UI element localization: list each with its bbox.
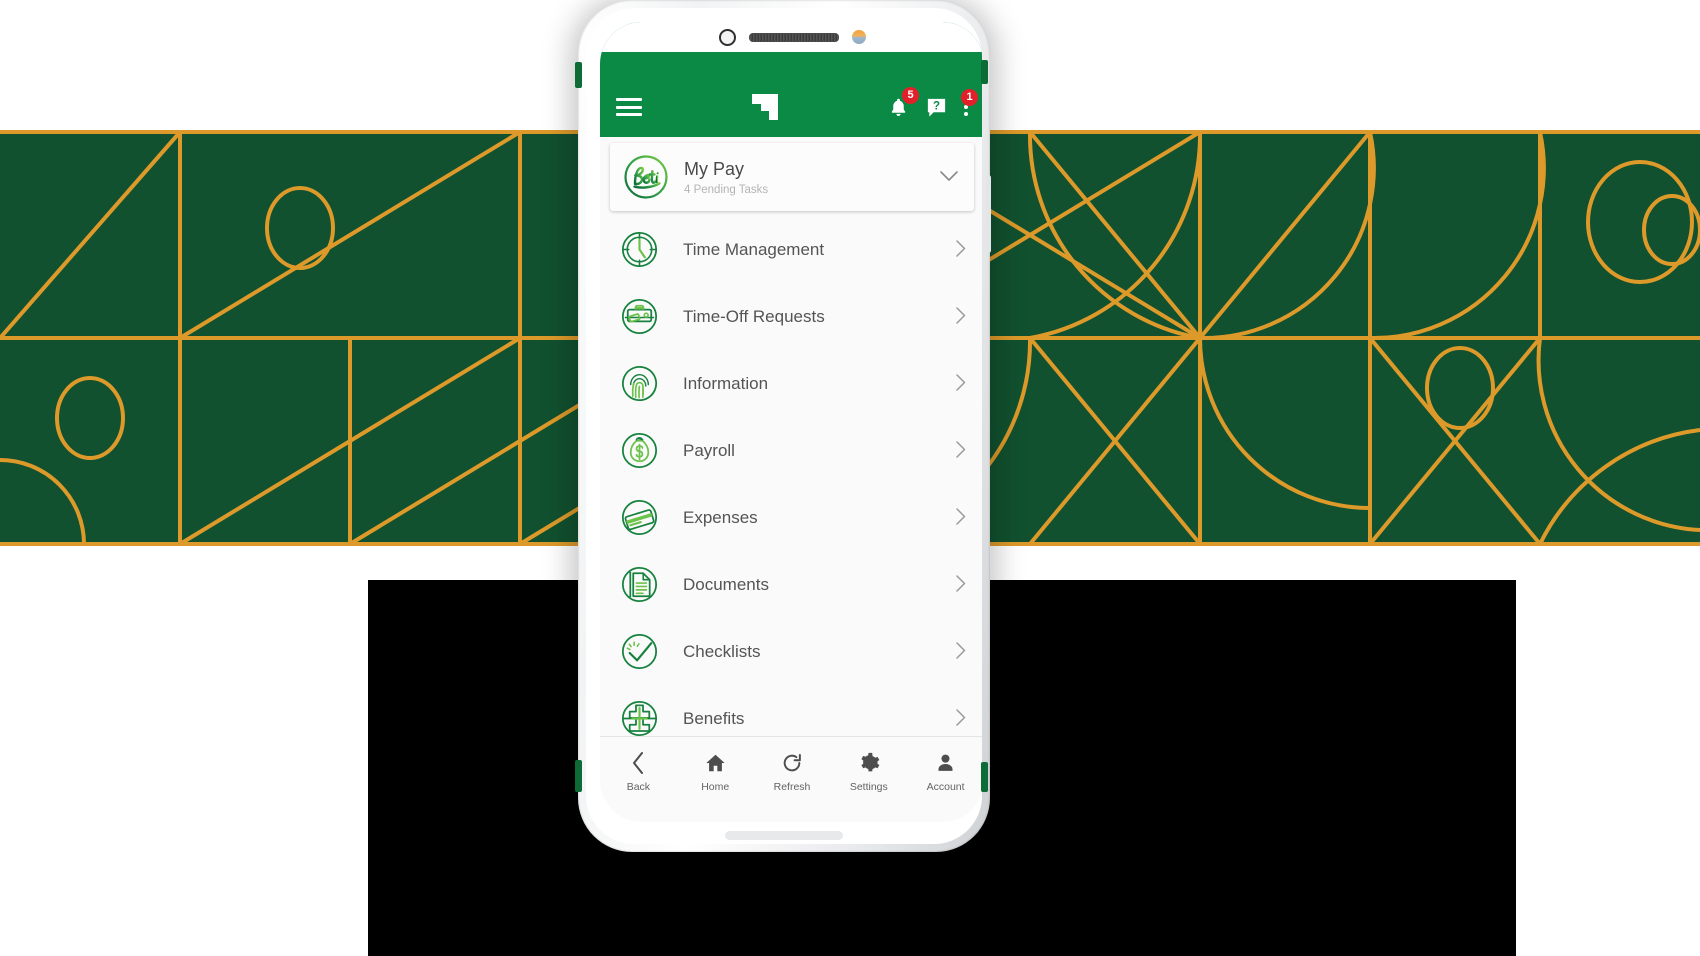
nav-item-settings[interactable]: Settings xyxy=(830,750,907,793)
checkmark-icon xyxy=(621,633,658,670)
chevron-right-icon xyxy=(956,574,966,595)
front-camera-lens-icon xyxy=(851,30,866,44)
phone-body: 5 ? 1 My Pay 4 Pending Tasks Time Manage… xyxy=(578,0,990,852)
notifications-button[interactable]: 5 xyxy=(888,86,919,119)
menu-item-expenses[interactable]: Expenses xyxy=(600,484,982,551)
svg-text:?: ? xyxy=(933,100,940,112)
chevron-right-icon xyxy=(956,239,966,260)
menu-item-label: Time Management xyxy=(683,239,825,259)
medical-cross-icon xyxy=(621,700,658,737)
menu-item-label: Expenses xyxy=(683,507,758,527)
person-icon xyxy=(935,750,956,775)
hamburger-menu-icon[interactable] xyxy=(616,98,642,116)
bottom-navigation: Back Home Refresh Settings Account xyxy=(600,736,982,822)
nav-item-label: Account xyxy=(926,781,965,793)
my-pay-card[interactable]: My Pay 4 Pending Tasks xyxy=(610,143,974,211)
clock-icon xyxy=(621,231,658,268)
menu-item-documents[interactable]: Documents xyxy=(600,551,982,618)
fingerprint-icon xyxy=(622,365,658,402)
nav-item-account[interactable]: Account xyxy=(907,750,982,793)
nav-item-back[interactable]: Back xyxy=(600,750,677,793)
notifications-badge: 5 xyxy=(902,86,919,104)
phone-bezel: 5 ? 1 My Pay 4 Pending Tasks Time Manage… xyxy=(586,8,982,844)
menu-item-label: Documents xyxy=(683,574,769,594)
help-question-icon: ? xyxy=(927,98,946,117)
phone-side-button-left-top xyxy=(575,62,582,88)
overflow-menu-button[interactable]: 1 xyxy=(961,89,978,116)
phone-volume-button xyxy=(986,175,991,253)
chevron-right-icon xyxy=(956,440,966,461)
nav-item-label: Settings xyxy=(849,781,888,793)
phone-notch xyxy=(600,22,982,52)
refresh-icon xyxy=(781,750,803,775)
document-icon xyxy=(621,566,658,603)
menu-item-information[interactable]: Information xyxy=(600,350,982,417)
chevron-right-icon xyxy=(956,306,966,327)
nav-item-label: Refresh xyxy=(773,781,811,793)
nav-item-refresh[interactable]: Refresh xyxy=(754,750,831,793)
phone-side-button-right-bottom xyxy=(981,762,988,792)
home-gesture-bar[interactable] xyxy=(725,831,843,840)
my-pay-subtitle: 4 Pending Tasks xyxy=(684,184,769,196)
nav-item-label: Back xyxy=(626,781,651,793)
phone-mockup: 5 ? 1 My Pay 4 Pending Tasks Time Manage… xyxy=(570,0,998,860)
app-toolbar: 5 ? 1 xyxy=(600,77,982,137)
menu-item-label: Checklists xyxy=(683,641,761,661)
help-button[interactable]: ? xyxy=(925,96,948,119)
my-pay-title: My Pay xyxy=(684,159,745,179)
chevron-right-icon xyxy=(956,507,966,528)
menu-item-label: Benefits xyxy=(683,708,745,728)
menu-item-time-management[interactable]: Time Management xyxy=(600,216,982,283)
camera-dot-icon xyxy=(718,28,736,46)
beti-logo xyxy=(624,155,668,199)
phone-side-button-left-bottom xyxy=(575,760,582,792)
header-actions: 5 ? 1 xyxy=(888,86,978,119)
menu-item-payroll[interactable]: Payroll xyxy=(600,417,982,484)
paycom-logo-icon xyxy=(752,94,778,120)
chevron-down-icon[interactable] xyxy=(940,167,962,187)
earpiece-speaker-icon xyxy=(748,32,839,42)
chevron-right-icon xyxy=(956,373,966,394)
chevron-right-icon xyxy=(956,708,966,729)
nav-item-home[interactable]: Home xyxy=(677,750,754,793)
suitcase-icon xyxy=(621,298,658,335)
overflow-badge: 1 xyxy=(961,89,978,106)
menu-item-label: Information xyxy=(683,373,769,393)
phone-side-button-right-top xyxy=(981,60,988,84)
chevron-right-icon xyxy=(956,641,966,662)
phone-screen: 5 ? 1 My Pay 4 Pending Tasks Time Manage… xyxy=(600,22,982,822)
money-bag-dollar-icon xyxy=(621,432,658,469)
my-pay-text: My Pay 4 Pending Tasks xyxy=(684,158,940,196)
main-menu-list: Time Management Time-Off Requests Inform… xyxy=(600,216,982,762)
menu-item-checklists[interactable]: Checklists xyxy=(600,618,982,685)
menu-item-time-off-requests[interactable]: Time-Off Requests xyxy=(600,283,982,350)
menu-item-label: Payroll xyxy=(683,440,735,460)
credit-card-icon xyxy=(621,499,658,536)
gear-icon xyxy=(858,750,880,775)
nav-item-label: Home xyxy=(701,781,730,793)
menu-item-label: Time-Off Requests xyxy=(683,306,825,326)
chevron-left-icon xyxy=(631,750,645,775)
home-icon xyxy=(704,750,727,775)
paycom-logo xyxy=(642,92,888,122)
